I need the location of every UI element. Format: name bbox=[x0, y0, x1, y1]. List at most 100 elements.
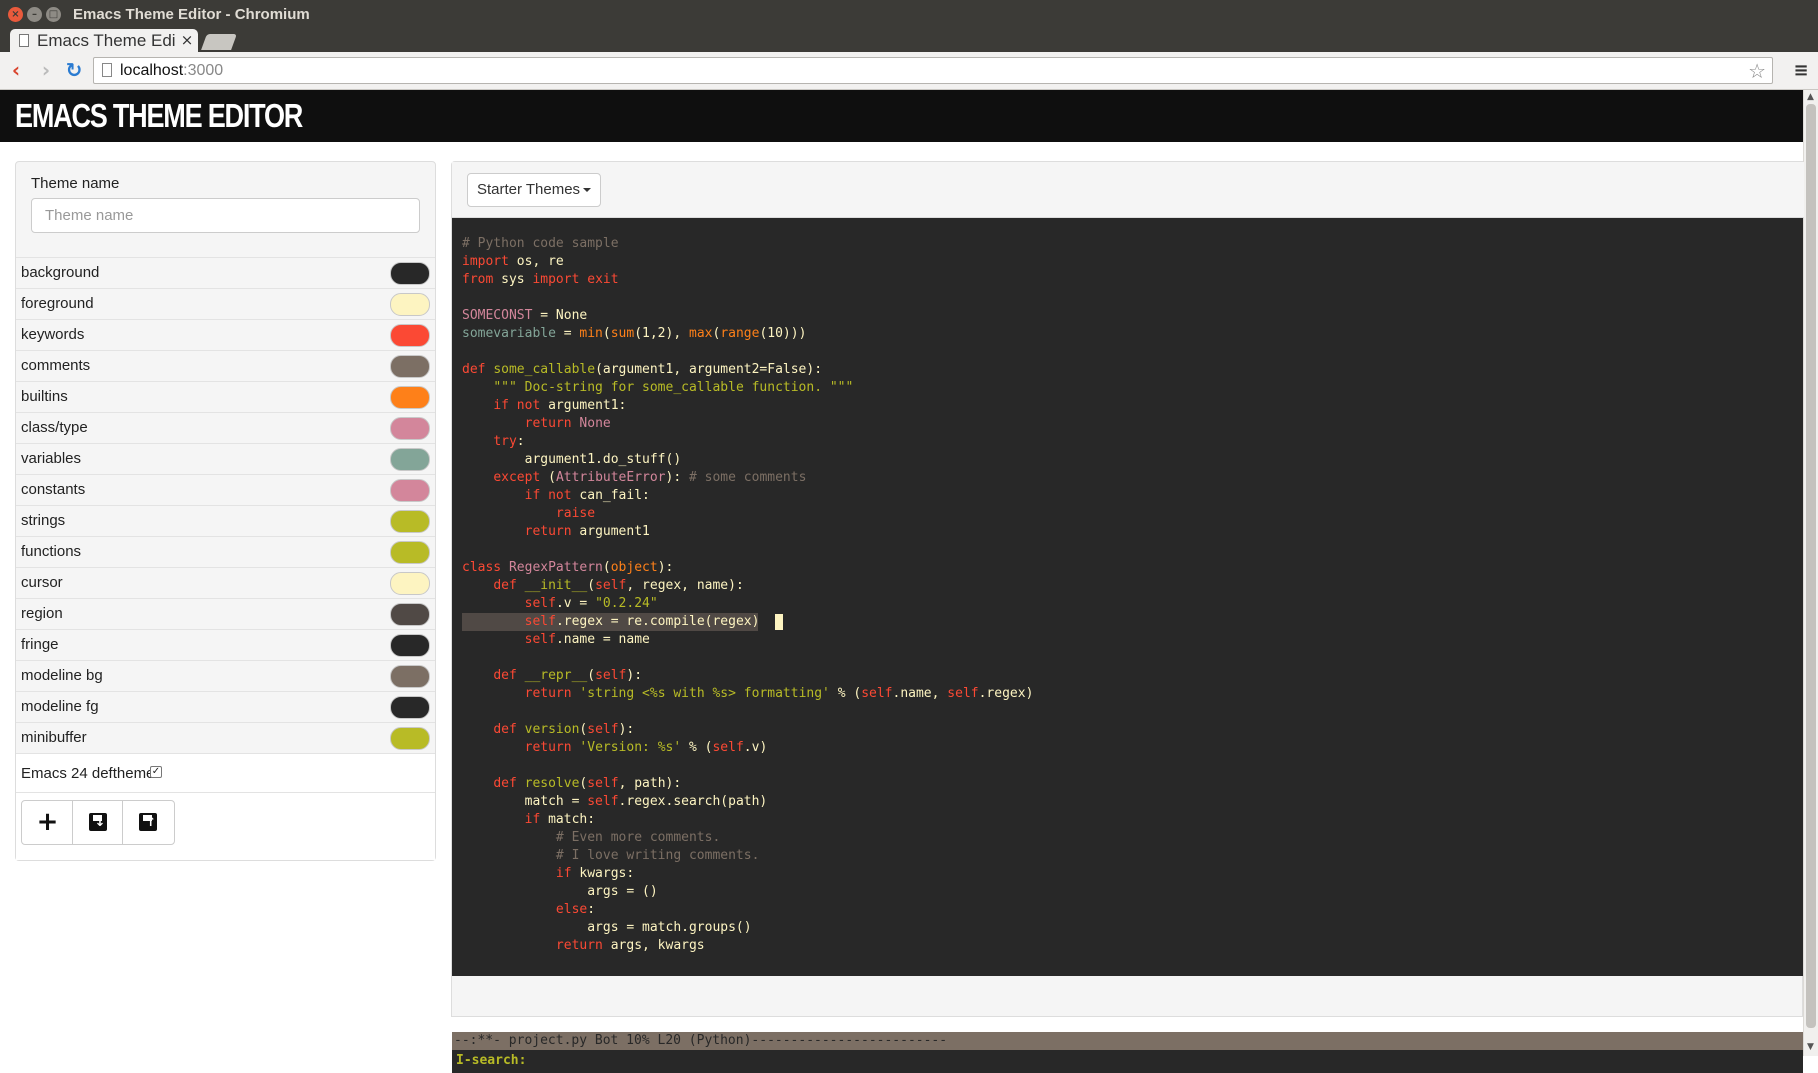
color-swatch[interactable] bbox=[390, 541, 430, 564]
scroll-up-arrow-icon[interactable]: ▲ bbox=[1807, 92, 1814, 102]
code-line: if match: bbox=[462, 811, 1033, 829]
color-row-modeline-bg: modeline bg bbox=[16, 660, 435, 691]
code-line: self.regex = re.compile(regex) bbox=[462, 613, 1033, 631]
bookmark-star-icon[interactable]: ☆ bbox=[1748, 59, 1766, 83]
back-arrow-icon[interactable]: ‹ bbox=[4, 58, 28, 82]
code-token: AttributeError bbox=[555, 470, 666, 485]
scroll-down-arrow-icon[interactable]: ▼ bbox=[1807, 1042, 1814, 1052]
code-token: .regex.search(path) bbox=[618, 794, 768, 809]
code-token: ): bbox=[618, 722, 635, 737]
color-swatch[interactable] bbox=[390, 603, 430, 626]
color-label: class/type bbox=[21, 419, 88, 436]
code-token: = None bbox=[532, 308, 588, 323]
tab-close-icon[interactable]: × bbox=[180, 32, 194, 48]
code-token: None bbox=[579, 416, 611, 431]
code-token: self bbox=[524, 632, 556, 647]
code-token: min bbox=[579, 326, 603, 341]
code-token: self bbox=[587, 776, 619, 791]
code-token: class bbox=[462, 560, 502, 575]
color-swatch[interactable] bbox=[390, 696, 430, 719]
code-token: max bbox=[689, 326, 713, 341]
color-swatch[interactable] bbox=[390, 293, 430, 316]
code-token: else bbox=[555, 902, 588, 917]
code-token: self bbox=[861, 686, 893, 701]
code-token: some_callable bbox=[493, 362, 596, 377]
code-line: raise bbox=[462, 505, 1033, 523]
color-swatch[interactable] bbox=[390, 479, 430, 502]
code-token: if bbox=[493, 398, 509, 413]
code-token: ( bbox=[540, 470, 556, 485]
forward-arrow-icon[interactable]: › bbox=[34, 58, 58, 82]
window-maximize-button[interactable]: □ bbox=[46, 7, 61, 22]
code-token: (10))) bbox=[759, 326, 807, 341]
preview-header: Starter Themes bbox=[452, 162, 1804, 218]
app-header: EMACS THEME EDITOR bbox=[0, 90, 1803, 142]
code-token: self bbox=[524, 614, 556, 629]
code-token: = bbox=[555, 326, 580, 341]
code-line: class RegexPattern(object): bbox=[462, 559, 1033, 577]
window-close-button[interactable]: × bbox=[8, 7, 23, 22]
color-swatch[interactable] bbox=[390, 262, 430, 285]
code-token: ( bbox=[587, 668, 596, 683]
add-button[interactable]: + bbox=[22, 801, 73, 844]
color-swatch[interactable] bbox=[390, 386, 430, 409]
code-line: else: bbox=[462, 901, 1033, 919]
code-token: object bbox=[610, 560, 658, 575]
theme-name-input[interactable] bbox=[31, 198, 420, 233]
color-swatch[interactable] bbox=[390, 727, 430, 750]
code-token: not bbox=[516, 398, 541, 413]
scrollbar-thumb[interactable] bbox=[1806, 104, 1816, 1028]
code-token: : bbox=[587, 902, 596, 917]
color-label: modeline bg bbox=[21, 667, 103, 684]
browser-tab[interactable]: Emacs Theme Edi × bbox=[10, 29, 198, 52]
color-label: variables bbox=[21, 450, 82, 467]
code-line: # Python code sample bbox=[462, 235, 1033, 253]
starter-themes-dropdown[interactable]: Starter Themes bbox=[467, 173, 601, 207]
color-swatch[interactable] bbox=[390, 355, 430, 378]
new-tab-button[interactable] bbox=[201, 34, 237, 50]
code-editor-preview[interactable]: # Python code sample import os, re from sy… bbox=[452, 218, 1803, 1073]
code-token: "0.2.24" bbox=[595, 596, 658, 611]
code-line: except (AttributeError): # some comments bbox=[462, 469, 1033, 487]
color-swatch[interactable] bbox=[390, 417, 430, 440]
code-token: argument1.do_stuff() bbox=[462, 452, 682, 467]
color-swatch[interactable] bbox=[390, 324, 430, 347]
theme-name-label: Theme name bbox=[31, 175, 120, 192]
code-token: (argument1, argument2=False): bbox=[595, 362, 823, 377]
code-token: self bbox=[595, 578, 627, 593]
window-minimize-button[interactable]: – bbox=[27, 7, 42, 22]
deftheme-checkbox[interactable]: ✓ bbox=[150, 766, 162, 778]
color-swatch[interactable] bbox=[390, 448, 430, 471]
code-token: # Python code sample bbox=[462, 236, 619, 251]
code-line: def version(self): bbox=[462, 721, 1033, 739]
page-scrollbar[interactable]: ▲ ▼ bbox=[1803, 90, 1818, 1056]
code-line: args = () bbox=[462, 883, 1033, 901]
code-line: if not argument1: bbox=[462, 397, 1033, 415]
code-token: def bbox=[493, 578, 517, 593]
code-token: match = bbox=[462, 794, 588, 809]
address-bar[interactable]: localhost:3000 ☆ bbox=[93, 57, 1773, 84]
color-label: keywords bbox=[21, 326, 85, 343]
color-row-variables: variables bbox=[16, 443, 435, 474]
export-button[interactable]: ↑ bbox=[123, 801, 174, 844]
menu-icon[interactable]: ≡ bbox=[1790, 60, 1812, 82]
color-swatch[interactable] bbox=[390, 634, 430, 657]
color-swatch[interactable] bbox=[390, 572, 430, 595]
color-row-region: region bbox=[16, 598, 435, 629]
save-button[interactable]: ↓ bbox=[73, 801, 124, 844]
color-swatch[interactable] bbox=[390, 665, 430, 688]
color-swatch[interactable] bbox=[390, 510, 430, 533]
color-label: region bbox=[21, 605, 63, 622]
code-token: import bbox=[532, 272, 580, 287]
reload-icon[interactable]: ↻ bbox=[62, 58, 86, 82]
code-token: def bbox=[493, 668, 517, 683]
code-token: if bbox=[555, 866, 572, 881]
